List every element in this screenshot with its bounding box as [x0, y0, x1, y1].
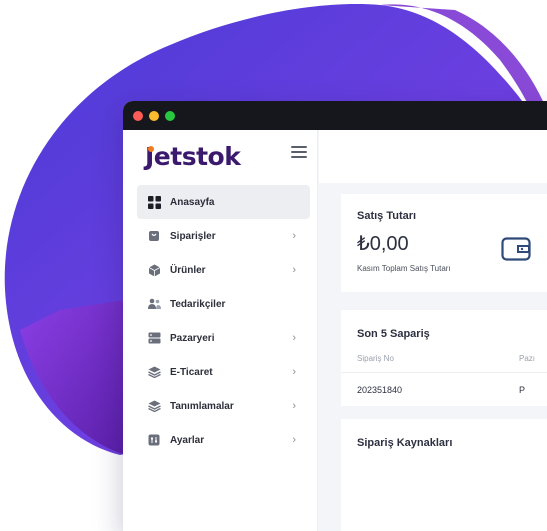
- sidebar-item-anasayfa[interactable]: Anasayfa: [137, 185, 310, 219]
- top-bar: [319, 130, 547, 183]
- sidebar-item-e-ticaret[interactable]: E-Ticaret ›: [137, 355, 310, 389]
- brand-name: Jetstok: [145, 141, 241, 171]
- sidebar-item-label: Pazaryeri: [170, 332, 215, 344]
- shopping-bag-icon: [147, 229, 161, 243]
- sidebar-menu: Anasayfa Siparişler › Ürünler › Tedarikç…: [137, 185, 310, 457]
- server-icon: [147, 331, 161, 345]
- chevron-right-icon: ›: [292, 264, 296, 276]
- sidebar-item-label: Ayarlar: [170, 434, 205, 446]
- chevron-right-icon: ›: [292, 400, 296, 412]
- card-title: Son 5 Sapariş: [357, 328, 430, 340]
- close-window-button[interactable]: [133, 110, 143, 121]
- sidebar: Jetstok Anasayfa Siparişler › Ürünler › …: [123, 130, 318, 531]
- maximize-window-button[interactable]: [165, 110, 175, 121]
- app-body: Jetstok Anasayfa Siparişler › Ürünler › …: [123, 130, 547, 531]
- layers-icon: [147, 399, 161, 413]
- sidebar-item-label: Tedarikçiler: [170, 298, 226, 310]
- sidebar-item-ayarlar[interactable]: Ayarlar ›: [137, 423, 310, 457]
- order-sources-card: Sipariş Kaynakları: [341, 419, 547, 531]
- sales-card: Satış Tutarı ₺0,00 Kasım Toplam Satış Tu…: [341, 194, 547, 292]
- column-header-market: Pazı: [519, 354, 536, 363]
- column-header-order-no: Sipariş No: [357, 354, 394, 363]
- chevron-right-icon: ›: [292, 366, 296, 378]
- card-title: Satış Tutarı: [357, 210, 417, 222]
- sidebar-item-label: Siparişler: [170, 230, 216, 242]
- card-title: Sipariş Kaynakları: [357, 437, 453, 449]
- window-titlebar: [123, 101, 547, 130]
- sidebar-item-label: E-Ticaret: [170, 366, 213, 378]
- chevron-right-icon: ›: [292, 434, 296, 446]
- logo-dot: [148, 146, 154, 152]
- sales-subtitle: Kasım Toplam Satış Tutarı: [357, 264, 451, 273]
- sidebar-item-label: Anasayfa: [170, 196, 215, 208]
- sidebar-item-tedarikciler[interactable]: Tedarikçiler: [137, 287, 310, 321]
- order-no-cell[interactable]: 202351840: [357, 385, 402, 395]
- wallet-icon: [501, 237, 531, 261]
- sidebar-item-label: Ürünler: [170, 264, 206, 276]
- grid-icon: [147, 195, 161, 209]
- sidebar-item-pazaryeri[interactable]: Pazaryeri ›: [137, 321, 310, 355]
- sidebar-item-urunler[interactable]: Ürünler ›: [137, 253, 310, 287]
- minimize-window-button[interactable]: [149, 110, 159, 121]
- sidebar-item-label: Tanımlamalar: [170, 400, 234, 412]
- sidebar-item-siparisler[interactable]: Siparişler ›: [137, 219, 310, 253]
- main-content: Satış Tutarı ₺0,00 Kasım Toplam Satış Tu…: [319, 130, 547, 531]
- box-icon: [147, 263, 161, 277]
- sidebar-item-tanimlamalar[interactable]: Tanımlamalar ›: [137, 389, 310, 423]
- sales-amount: ₺0,00: [357, 233, 409, 255]
- chevron-right-icon: ›: [292, 332, 296, 344]
- users-icon: [147, 297, 161, 311]
- layers-icon: [147, 365, 161, 379]
- menu-toggle-icon[interactable]: [291, 146, 307, 158]
- sliders-icon: [147, 433, 161, 447]
- recent-orders-card: Son 5 Sapariş Sipariş No Pazı 202351840 …: [341, 310, 547, 406]
- table-divider: [341, 372, 547, 373]
- app-window: Jetstok Anasayfa Siparişler › Ürünler › …: [123, 101, 547, 531]
- chevron-right-icon: ›: [292, 230, 296, 242]
- brand-logo[interactable]: Jetstok: [145, 138, 241, 174]
- market-cell: P: [519, 385, 526, 395]
